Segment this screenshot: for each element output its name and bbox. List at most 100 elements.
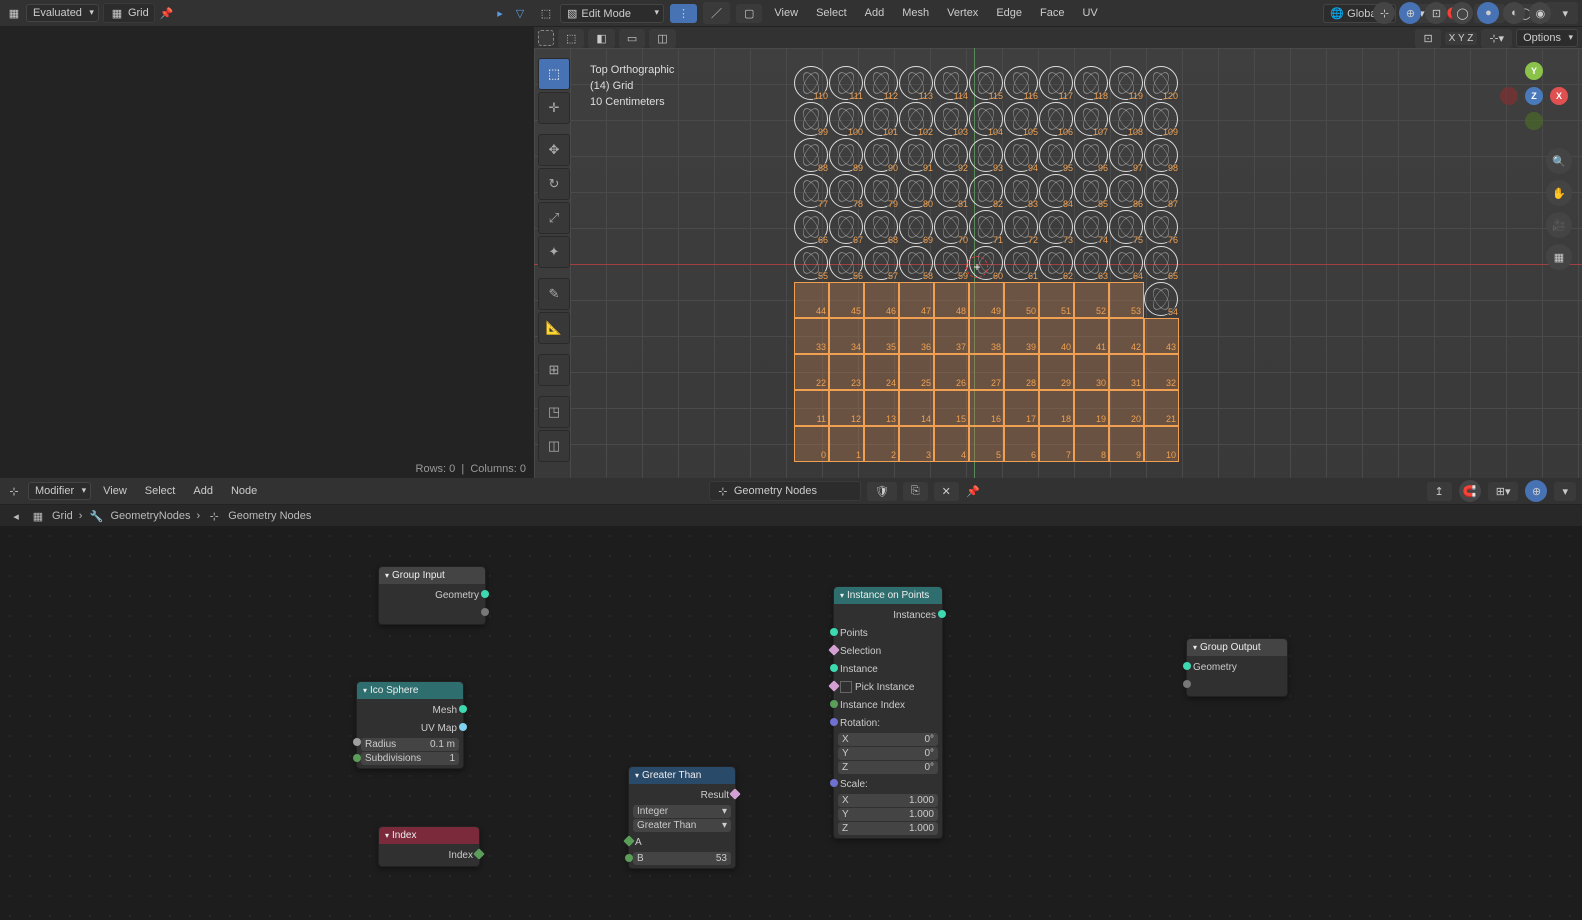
shading-opts-icon[interactable]: ▾ xyxy=(1554,2,1576,24)
b-field[interactable]: B53 xyxy=(633,852,731,865)
matprev-shade-icon[interactable]: ◐ xyxy=(1503,2,1525,24)
gizmo-y-icon[interactable]: Y xyxy=(1525,62,1543,80)
nodetree-selector[interactable]: ⊹Geometry Nodes xyxy=(709,481,861,501)
scale-y-field[interactable]: Y1.000 xyxy=(838,808,938,821)
node-header[interactable]: Group Input xyxy=(379,567,485,584)
nav-gizmo[interactable]: Y Z X xyxy=(1500,62,1568,130)
socket-in[interactable] xyxy=(625,854,633,862)
mesh-sel-mode-icon[interactable]: ⊡ xyxy=(1415,29,1440,48)
checkbox[interactable] xyxy=(840,681,852,693)
xray-icon[interactable]: ⊡ xyxy=(1425,2,1447,24)
mode-dropdown[interactable]: ▧Edit Mode xyxy=(560,4,664,23)
gizmo-toggle-icon[interactable]: ⊹ xyxy=(1373,2,1395,24)
socket-in[interactable] xyxy=(353,754,361,762)
select-tool-icon[interactable]: ⬚ xyxy=(538,58,570,90)
node-greater-than[interactable]: Greater Than Result Integer▾ Greater Tha… xyxy=(628,766,736,869)
select-invert-icon[interactable]: ◧ xyxy=(588,29,614,48)
node-header[interactable]: Ico Sphere xyxy=(357,682,463,699)
vertex-select-icon[interactable]: ⋮ xyxy=(670,4,697,23)
edge-select-icon[interactable]: ／ xyxy=(703,2,730,24)
eval-mode-dropdown[interactable]: Evaluated xyxy=(26,4,99,22)
rot-x-field[interactable]: X0° xyxy=(838,733,938,746)
ne-menu-node[interactable]: Node xyxy=(225,485,263,497)
node-index[interactable]: Index Index xyxy=(378,826,480,867)
face-select-icon[interactable]: ▢ xyxy=(736,4,762,23)
ne-menu-select[interactable]: Select xyxy=(139,485,182,497)
back-icon[interactable]: ◂ xyxy=(8,508,24,524)
breadcrumb-item[interactable]: GeometryNodes xyxy=(110,510,190,522)
socket-in[interactable] xyxy=(830,664,838,672)
type-dropdown[interactable]: Integer▾ xyxy=(633,805,731,818)
socket-in[interactable] xyxy=(623,835,634,846)
mirror-opts-icon[interactable]: ⊹▾ xyxy=(1481,29,1512,48)
breadcrumb-item[interactable]: Geometry Nodes xyxy=(228,510,311,522)
transform-tool-icon[interactable]: ✦ xyxy=(538,236,570,268)
select-box-icon[interactable] xyxy=(538,30,554,46)
pinned-object[interactable]: ▦Grid xyxy=(103,3,155,23)
measure-tool-icon[interactable]: 📐 xyxy=(538,312,570,344)
add-cube-tool-icon[interactable]: ⊞ xyxy=(538,354,570,386)
overlay-opts-icon[interactable]: ▾ xyxy=(1554,482,1576,501)
menu-add[interactable]: Add xyxy=(859,7,891,19)
wireframe-shade-icon[interactable]: ◯ xyxy=(1451,2,1473,24)
menu-view[interactable]: View xyxy=(768,7,804,19)
overlay-toggle-icon[interactable]: ⊕ xyxy=(1399,2,1421,24)
rotate-tool-icon[interactable]: ↻ xyxy=(538,168,570,200)
xyz-badge[interactable]: X Y Z xyxy=(1445,32,1478,45)
move-tool-icon[interactable]: ✥ xyxy=(538,134,570,166)
gizmo-x-icon[interactable]: X xyxy=(1550,87,1568,105)
socket-out[interactable] xyxy=(481,608,489,616)
socket-in[interactable] xyxy=(830,718,838,726)
socket-out[interactable] xyxy=(729,788,740,799)
gizmo-neg-x-icon[interactable] xyxy=(1500,87,1518,105)
editor-type-icon[interactable]: ▦ xyxy=(6,5,22,21)
select-none-icon[interactable]: ▭ xyxy=(619,29,645,48)
fake-user-icon[interactable]: 🛡 xyxy=(867,482,897,501)
op-dropdown[interactable]: Greater Than▾ xyxy=(633,819,731,832)
snap-icon[interactable]: 🧲 xyxy=(1459,480,1481,502)
socket-out[interactable] xyxy=(459,723,467,731)
filter-icon[interactable]: ▽ xyxy=(512,5,528,21)
select-all-icon[interactable]: ⬚ xyxy=(558,29,584,48)
extrude-tool-icon[interactable]: ◳ xyxy=(538,396,570,428)
pin-icon[interactable]: 📌 xyxy=(159,5,175,21)
scale-x-field[interactable]: X1.000 xyxy=(838,794,938,807)
breadcrumb-item[interactable]: Grid xyxy=(52,510,73,522)
socket-out[interactable] xyxy=(481,590,489,598)
inset-tool-icon[interactable]: ◫ xyxy=(538,430,570,462)
menu-mesh[interactable]: Mesh xyxy=(896,7,935,19)
node-instance-on-points[interactable]: Instance on Points Instances Points Sele… xyxy=(833,586,943,839)
menu-select[interactable]: Select xyxy=(810,7,853,19)
menu-face[interactable]: Face xyxy=(1034,7,1070,19)
socket-in[interactable] xyxy=(828,644,839,655)
node-header[interactable]: Instance on Points xyxy=(834,587,942,604)
options-dropdown[interactable]: Options xyxy=(1516,29,1578,47)
socket-out[interactable] xyxy=(459,705,467,713)
persp-ortho-icon[interactable]: ▦ xyxy=(1546,244,1572,270)
socket-in[interactable] xyxy=(1183,662,1191,670)
node-group-output[interactable]: Group Output Geometry xyxy=(1186,638,1288,697)
socket-in[interactable] xyxy=(830,700,838,708)
subdivisions-field[interactable]: Subdivisions1 xyxy=(361,752,459,765)
node-group-input[interactable]: Group Input Geometry xyxy=(378,566,486,625)
gizmo-z-icon[interactable]: Z xyxy=(1525,87,1543,105)
rot-y-field[interactable]: Y0° xyxy=(838,747,938,760)
socket-in[interactable] xyxy=(1183,680,1191,688)
node-ico-sphere[interactable]: Ico Sphere Mesh UV Map Radius0.1 m Subdi… xyxy=(356,681,464,769)
render-shade-icon[interactable]: ◉ xyxy=(1529,2,1551,24)
scale-z-field[interactable]: Z1.000 xyxy=(838,822,938,835)
menu-uv[interactable]: UV xyxy=(1076,7,1103,19)
editor-type-icon[interactable]: ⬚ xyxy=(538,5,554,21)
camera-view-icon[interactable]: 🎥 xyxy=(1546,212,1572,238)
parent-tree-icon[interactable]: ↥ xyxy=(1427,482,1452,501)
node-header[interactable]: Greater Than xyxy=(629,767,735,784)
socket-out[interactable] xyxy=(473,848,484,859)
solid-shade-icon[interactable]: ● xyxy=(1477,2,1499,24)
socket-in[interactable] xyxy=(828,680,839,691)
snap-type-icon[interactable]: ⊞▾ xyxy=(1488,482,1519,501)
zoom-icon[interactable]: 🔍 xyxy=(1546,148,1572,174)
overlay-toggle-icon[interactable]: ⊕ xyxy=(1525,480,1547,502)
socket-in[interactable] xyxy=(830,628,838,636)
unlink-icon[interactable]: ✕ xyxy=(934,482,959,501)
scale-tool-icon[interactable]: ⤢ xyxy=(538,202,570,234)
